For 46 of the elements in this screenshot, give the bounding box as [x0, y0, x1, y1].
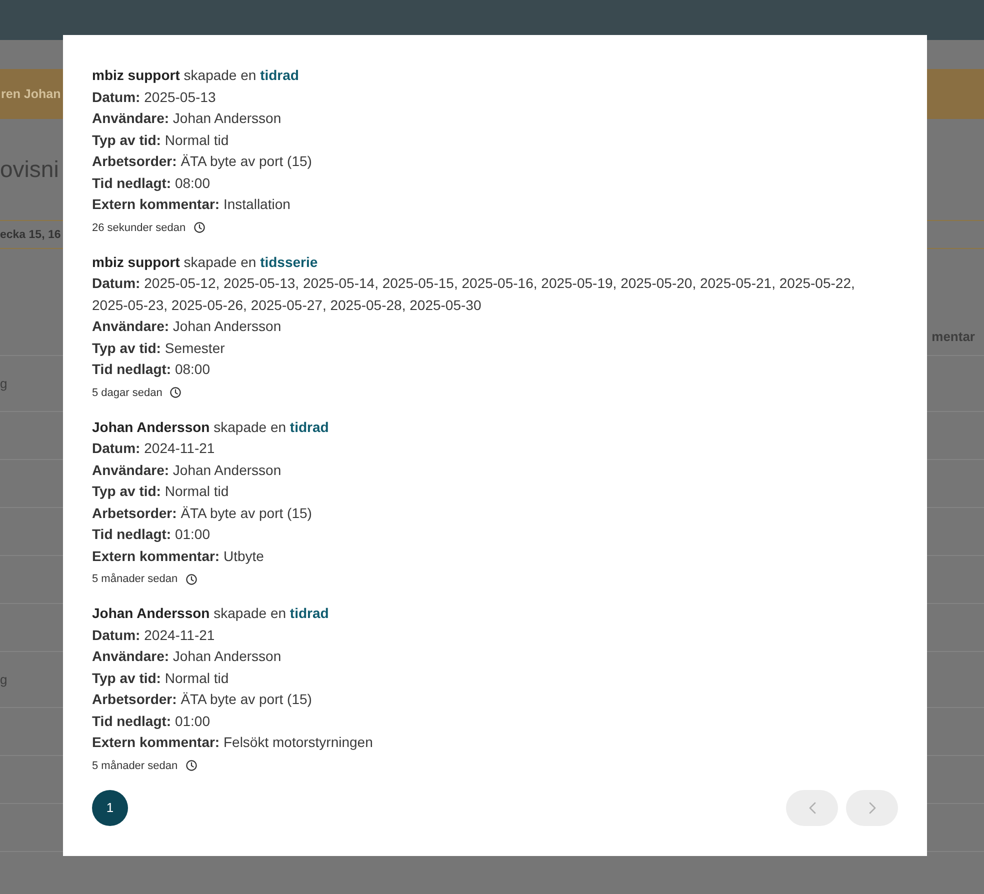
clock-icon — [186, 574, 197, 584]
entry-heading: Johan Andersson skapade en tidrad — [92, 604, 330, 623]
table-cell: g — [0, 672, 8, 687]
detail-text: Datum: 2025-05-13 — [92, 88, 217, 106]
object-link[interactable]: tidrad — [260, 67, 299, 83]
detail-text: Typ av tid: Normal tid — [92, 482, 230, 501]
detail-text: Typ av tid: Normal tid — [92, 130, 230, 150]
object-link[interactable]: tidrad — [290, 418, 329, 434]
detail-text: Tid nedlagt: 01:00 — [92, 712, 212, 731]
entry-heading: Johan Andersson skapade en tidrad — [92, 418, 330, 437]
detail-text: Användare: Johan Andersson — [92, 647, 282, 666]
entry-heading: mbiz support skapade en tidsserie — [92, 252, 319, 272]
detail-text: Datum: 2024-11-21 — [92, 439, 216, 458]
object-link[interactable]: tidrad — [290, 605, 329, 621]
timestamp: 5 månader sedan — [92, 573, 178, 585]
detail-text: Extern kommentar: Felsökt motorstyrningen — [92, 733, 374, 752]
page-button[interactable]: 1 — [92, 790, 128, 826]
chevron-left-icon — [808, 802, 816, 814]
detail-text: Arbetsorder: ÄTA byte av port (15) — [92, 504, 313, 523]
entry-heading: mbiz support skapade en tidrad — [92, 66, 300, 85]
clock-icon — [194, 222, 205, 233]
detail-text: Arbetsorder: ÄTA byte av port (15) — [92, 690, 313, 709]
detail-text: Extern kommentar: Installation — [92, 195, 292, 214]
detail-text: Typ av tid: Normal tid — [92, 668, 230, 688]
page-heading: ovisni — [0, 156, 59, 183]
detail-text: Typ av tid: Semester — [92, 338, 226, 358]
detail-text: Tid nedlagt: 01:00 — [92, 525, 212, 544]
object-link[interactable]: tidsserie — [260, 254, 318, 270]
detail-text: Arbetsorder: ÄTA byte av port (15) — [92, 152, 313, 171]
clock-icon — [186, 760, 197, 771]
timestamp: 5 månader sedan — [92, 760, 178, 772]
detail-text: Tid nedlagt: 08:00 — [92, 360, 212, 379]
chevron-right-icon — [868, 802, 876, 814]
detail-text: Extern kommentar: Utbyte — [92, 546, 265, 566]
column-header: mentar — [932, 329, 975, 344]
detail-text: Användare: Johan Andersson — [92, 317, 282, 336]
timestamp: 26 sekunder sedan — [92, 222, 186, 234]
clock-icon — [170, 387, 182, 398]
detail-text: Datum: 2025-05-12, 2025-05-13, 2025-05-14, 2025-05-15, 2025-05-16, 2025-05-19, 2025-05-20, 2025-05-21, 2025-05-22, 2025-05-23, 2025-05-26, 2025-05-27, 2025-05-28, 2025-05-30 — [92, 274, 856, 314]
banner-text: ren Johan — [0, 87, 61, 101]
detail-text: Tid nedlagt: 08:00 — [92, 174, 212, 193]
detail-text: Användare: Johan Andersson — [92, 460, 282, 480]
table-cell: g — [0, 376, 8, 391]
detail-text: Datum: 2024-11-21 — [92, 626, 216, 644]
timestamp: 5 dagar sedan — [92, 386, 162, 398]
detail-text: Användare: Johan Andersson — [92, 109, 282, 128]
